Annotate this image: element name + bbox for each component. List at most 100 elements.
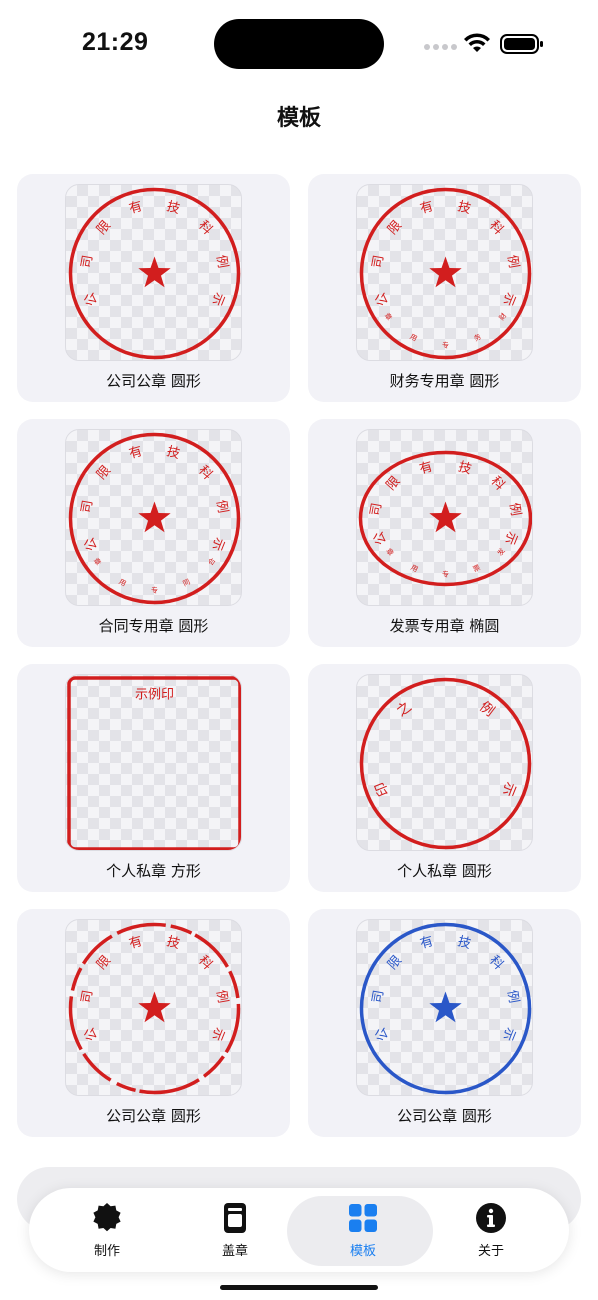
stamp-preview: 公 司 限有 技科例示章用专 务 财 xyxy=(356,184,533,361)
stamp-character: 司 xyxy=(370,989,387,1004)
stamp-character: 公 xyxy=(371,529,390,547)
stamp-character: 例 xyxy=(213,254,230,269)
stamp-character: 合 xyxy=(206,556,217,567)
stamp-text: 示例印 xyxy=(135,688,174,703)
stamp-character: 限 xyxy=(385,218,405,238)
tab-label: 制作 xyxy=(93,1244,120,1259)
status-time: 21:29 xyxy=(82,28,149,56)
stamp-character: 限 xyxy=(385,953,405,973)
stamp-preview: 公司限有 技科例示章用专 票 发 xyxy=(356,429,533,606)
stamp-character: 技 xyxy=(165,199,182,217)
tab-make[interactable]: 制作 xyxy=(47,1188,167,1272)
template-label: 公司公章 圆形 xyxy=(397,1107,492,1125)
stamp-character: 用 xyxy=(117,578,127,588)
star-icon xyxy=(138,991,171,1023)
stamp-character: 司 xyxy=(368,502,385,517)
stamp-icon xyxy=(224,1203,246,1233)
status-bar: 21:29 xyxy=(0,0,598,90)
stamp-character: 公 xyxy=(82,535,101,553)
stamp-character: 之 xyxy=(394,699,415,720)
star-icon xyxy=(138,256,171,288)
stamp-character: 限 xyxy=(94,953,114,973)
template-card-personal-round[interactable]: 印 之 例示 个人私章 圆形 xyxy=(308,664,581,892)
stamp-character: 限 xyxy=(94,463,114,483)
stamp-preview: 示例印 xyxy=(65,674,242,851)
stamp-character: 有 xyxy=(127,444,144,462)
stamp-character: 示 xyxy=(208,535,227,553)
star-icon xyxy=(138,501,171,533)
stamp-preview: 公 司 限有 技科例示 xyxy=(65,184,242,361)
stamp-character: 公 xyxy=(373,1025,392,1043)
stamp-preview: 印 之 例示 xyxy=(356,674,533,851)
stamp-character: 有 xyxy=(418,199,435,217)
template-card-contract-seal[interactable]: 公 司 限有 技科例示章用专 同 合 合同专用章 圆形 xyxy=(17,419,290,647)
template-card-company-seal-worn[interactable]: 公 司 限有 技科例示 公司公章 圆形 xyxy=(17,909,290,1137)
stamp-character: 技 xyxy=(165,444,182,462)
stamp-character: 专 xyxy=(442,570,449,579)
template-label: 个人私章 方形 xyxy=(106,862,201,880)
template-label: 发票专用章 椭圆 xyxy=(389,617,500,635)
stamp-character: 科 xyxy=(486,218,506,238)
stamp-contract-round: 公 司 限有 技科例示章用专 同 合 xyxy=(68,432,241,605)
stamp-character: 印 xyxy=(372,779,392,798)
tab-stamp[interactable]: 盖章 xyxy=(175,1188,295,1272)
template-label: 公司公章 圆形 xyxy=(106,1107,201,1125)
page-title: 模板 xyxy=(276,106,321,131)
stamp-character: 司 xyxy=(79,499,96,514)
tab-label: 模板 xyxy=(349,1244,376,1259)
template-card-invoice-seal[interactable]: 公司限有 技科例示章用专 票 发 发票专用章 椭圆 xyxy=(308,419,581,647)
stamp-character: 例 xyxy=(504,254,521,269)
stamp-ring xyxy=(359,677,532,850)
stamp-personal-round: 印 之 例示 xyxy=(359,677,532,850)
info-icon xyxy=(476,1203,506,1233)
tab-bar: 制作 盖章 模板 关于 xyxy=(29,1188,569,1272)
dynamic-island xyxy=(214,19,384,69)
template-card-company-seal-blue[interactable]: 公 司 限有 技科例示 公司公章 圆形 xyxy=(308,909,581,1137)
template-card-finance-seal[interactable]: 公 司 限有 技科例示章用专 务 财 财务专用章 圆形 xyxy=(308,174,581,402)
battery-icon xyxy=(500,34,543,54)
stamp-character: 司 xyxy=(79,254,96,269)
star-icon xyxy=(429,501,462,533)
tab-label: 关于 xyxy=(477,1244,504,1259)
stamp-character: 例 xyxy=(213,989,230,1004)
stamp-character: 示 xyxy=(499,290,518,308)
stamp-character: 科 xyxy=(486,953,506,973)
stamp-character: 专 xyxy=(442,341,449,350)
stamp-character: 同 xyxy=(182,578,192,588)
stamp-character: 科 xyxy=(195,463,215,483)
template-card-company-seal[interactable]: 公 司 限有 技科例示 公司公章 圆形 xyxy=(17,174,290,402)
tab-about[interactable]: 关于 xyxy=(431,1188,551,1272)
home-indicator xyxy=(220,1285,378,1290)
stamp-square-border xyxy=(67,676,241,850)
stamp-character: 公 xyxy=(373,290,392,308)
stamp-personal-square: 示例印 xyxy=(67,676,241,850)
stamp-character: 技 xyxy=(165,934,182,952)
stamp-character: 科 xyxy=(195,218,215,238)
stamp-company-worn: 公 司 限有 技科例示 xyxy=(68,922,241,1095)
stamp-character: 公 xyxy=(82,290,101,308)
stamp-character: 示 xyxy=(499,1025,518,1043)
stamp-character: 例 xyxy=(476,699,497,720)
star-icon xyxy=(429,991,462,1023)
stamp-character: 限 xyxy=(384,474,404,494)
template-label: 合同专用章 圆形 xyxy=(98,617,209,635)
stamp-character: 财 xyxy=(497,311,508,322)
stamp-invoice-ellipse: 公司限有 技科例示章用专 票 发 xyxy=(358,450,532,587)
stamp-character: 科 xyxy=(195,953,215,973)
template-label: 个人私章 圆形 xyxy=(397,862,492,880)
template-label: 公司公章 圆形 xyxy=(106,372,201,390)
tab-label: 盖章 xyxy=(221,1244,248,1259)
signal-icon xyxy=(424,44,457,52)
stamp-company-blue: 公 司 限有 技科例示 xyxy=(359,922,532,1095)
stamp-character: 有 xyxy=(127,199,144,217)
stamp-character: 例 xyxy=(506,502,523,517)
badge-icon xyxy=(93,1203,121,1232)
stamp-preview: 公 司 限有 技科例示章用专 同 合 xyxy=(65,429,242,606)
stamp-company-round: 公 司 限有 技科例示 xyxy=(68,187,241,360)
tab-templates[interactable]: 模板 xyxy=(287,1188,433,1272)
stamp-character: 用 xyxy=(408,333,418,343)
stamp-character: 示 xyxy=(499,779,519,798)
stamp-finance-round: 公 司 限有 技科例示章用专 务 财 xyxy=(359,187,532,360)
template-card-personal-square[interactable]: 示例印 个人私章 方形 xyxy=(17,664,290,892)
stamp-character: 章 xyxy=(92,556,103,567)
